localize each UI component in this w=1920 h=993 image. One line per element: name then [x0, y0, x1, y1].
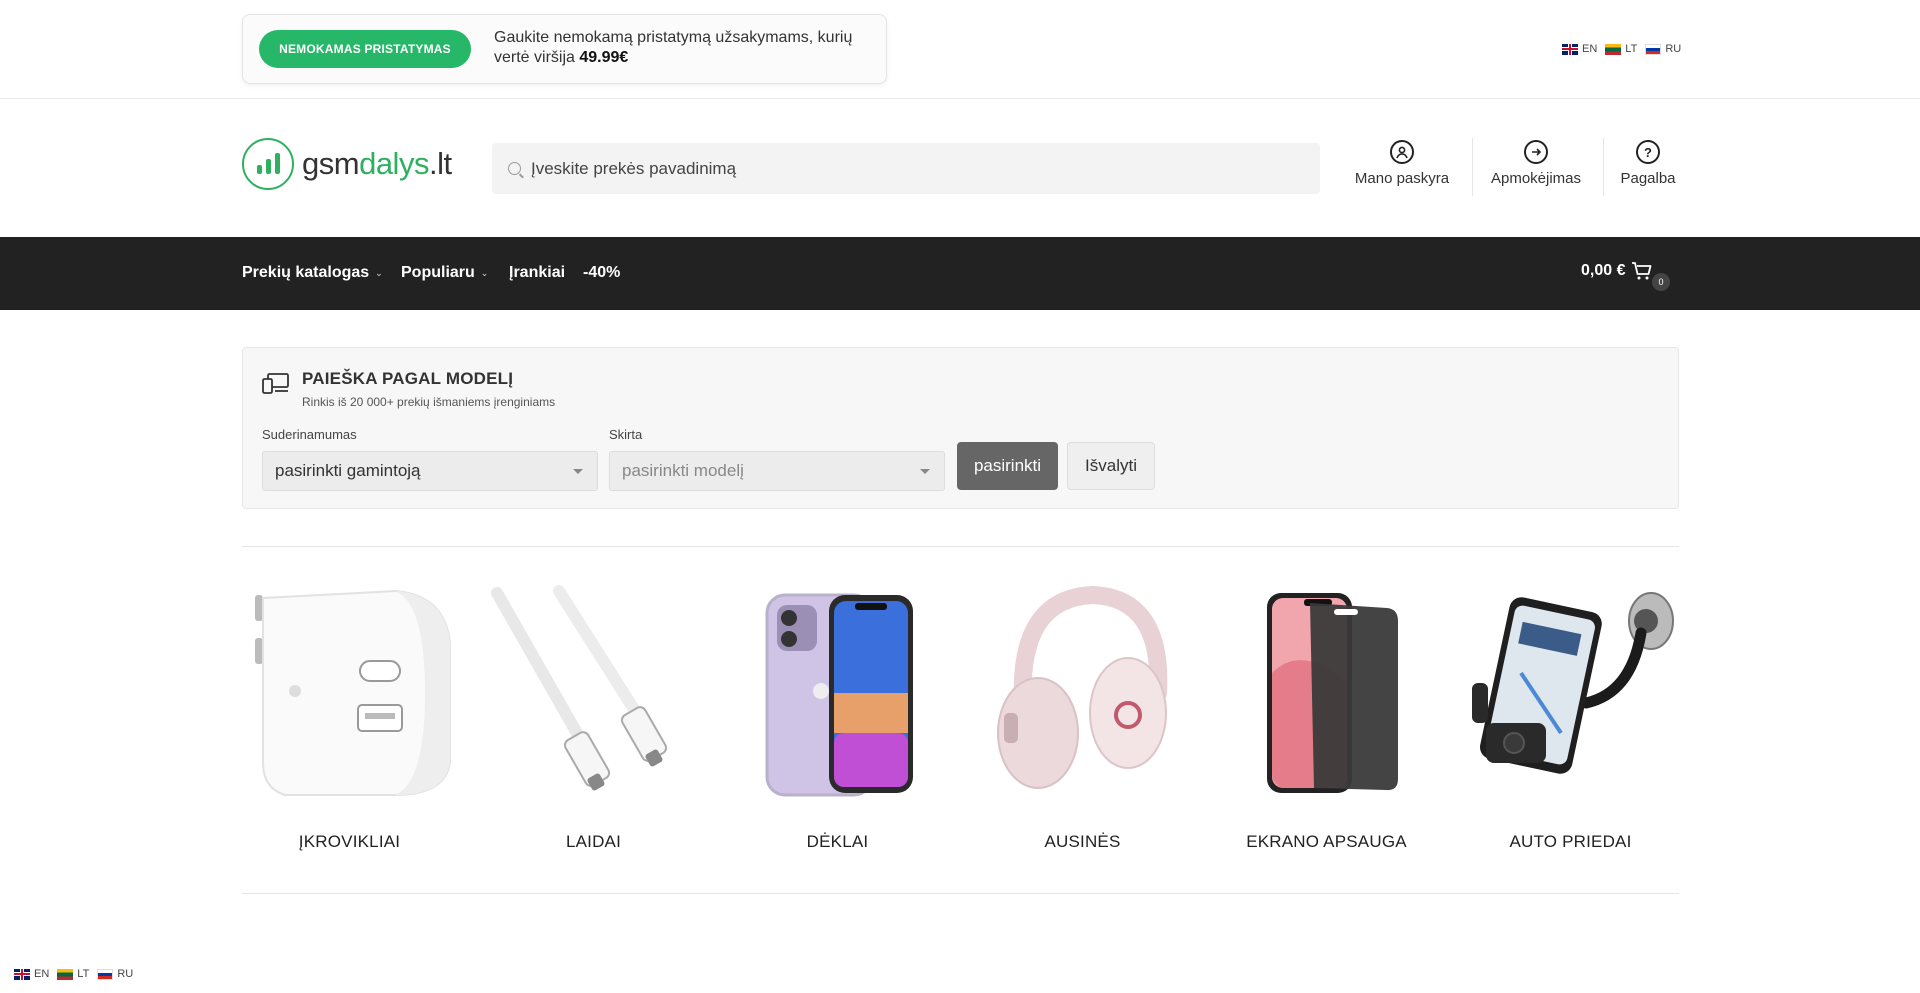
- headphones-image: [975, 580, 1190, 800]
- nav-product-catalog-label: Prekių katalogas: [242, 264, 370, 281]
- free-shipping-amount: 49.99€: [579, 49, 629, 66]
- logo-text: gsmdalys.lt: [302, 146, 452, 181]
- category-screen-protection[interactable]: EKRANO APSAUGA: [1219, 580, 1434, 851]
- language-en-label: EN: [34, 968, 50, 980]
- free-shipping-badge: NEMOKAMAS PRISTATYMAS: [259, 30, 471, 68]
- language-ru[interactable]: RU: [1645, 43, 1681, 55]
- search-input[interactable]: [531, 158, 1291, 179]
- nav-sale-label: -40%: [583, 264, 621, 281]
- model-select-value: pasirinkti modelį: [622, 461, 744, 480]
- phone-case-image: [730, 580, 945, 800]
- model-search-title: PAIEŠKA PAGAL MODELĮ: [302, 369, 514, 388]
- nav-tools-label: Įrankiai: [509, 264, 566, 281]
- my-account-label: Mano paskyra: [1354, 170, 1450, 187]
- cable-image: [486, 580, 701, 800]
- my-account-link[interactable]: Mano paskyra: [1354, 140, 1450, 200]
- cart-button[interactable]: 0,00 €: [1581, 261, 1653, 281]
- language-en-label: EN: [1582, 43, 1598, 55]
- language-ru[interactable]: RU: [97, 968, 133, 980]
- search-icon: [508, 162, 521, 175]
- language-en[interactable]: EN: [14, 968, 49, 980]
- caret-down-icon: [573, 469, 583, 474]
- category-car-accessories[interactable]: AUTO PRIEDAI: [1463, 580, 1678, 851]
- free-shipping-text: Gaukite nemokamą pristatymą užsakymams, …: [494, 28, 874, 68]
- select-button[interactable]: pasirinkti: [957, 442, 1058, 490]
- language-lt[interactable]: LT: [57, 968, 89, 980]
- cart-total: 0,00 €: [1581, 262, 1626, 279]
- nav-popular-label: Populiaru: [401, 264, 475, 281]
- model-search-panel: PAIEŠKA PAGAL MODELĮ Rinkis iš 20 000+ p…: [242, 347, 1679, 509]
- divider: [242, 893, 1679, 894]
- model-label: Skirta: [609, 427, 643, 442]
- category-screen-protection-label: EKRANO APSAUGA: [1246, 832, 1407, 851]
- nav-product-catalog[interactable]: Prekių katalogas ⌄: [242, 264, 383, 282]
- devices-icon: [262, 373, 289, 394]
- russia-flag-icon: [1645, 43, 1662, 55]
- clear-button[interactable]: Išvalyti: [1067, 442, 1155, 490]
- free-shipping-message: Gaukite nemokamą pristatymą užsakymams, …: [494, 29, 853, 66]
- signal-bars-icon: [242, 138, 294, 190]
- language-en[interactable]: EN: [1562, 43, 1597, 55]
- category-headphones-label: AUSINĖS: [1044, 832, 1121, 851]
- nav-popular[interactable]: Populiaru ⌄: [401, 264, 488, 282]
- cart-icon: [1632, 262, 1652, 280]
- chevron-down-icon: ⌄: [375, 267, 383, 278]
- manufacturer-select-value: pasirinkti gamintoją: [275, 461, 421, 480]
- language-ru-label: RU: [1665, 43, 1682, 55]
- language-lt-label: LT: [1625, 43, 1638, 55]
- car-mount-image: [1463, 580, 1678, 800]
- category-car-accessories-label: AUTO PRIEDAI: [1509, 832, 1632, 851]
- main-navigation: Prekių katalogas ⌄ Populiaru ⌄ Įrankiai …: [0, 237, 1920, 310]
- model-select[interactable]: pasirinkti modelį: [609, 451, 945, 491]
- language-switcher: EN LT RU: [1562, 43, 1681, 55]
- product-search: [492, 143, 1320, 194]
- model-search-subtitle: Rinkis iš 20 000+ prekių išmaniems įreng…: [302, 395, 556, 409]
- language-ru-label: RU: [117, 968, 134, 980]
- category-chargers[interactable]: ĮKROVIKLIAI: [242, 580, 457, 851]
- help-link[interactable]: ? Pagalba: [1616, 140, 1680, 200]
- nav-sale[interactable]: -40%: [583, 264, 620, 282]
- russia-flag-icon: [97, 968, 114, 980]
- help-label: Pagalba: [1620, 170, 1676, 187]
- top-bar: NEMOKAMAS PRISTATYMAS Gaukite nemokamą p…: [0, 0, 1920, 99]
- category-cases-label: DĖKLAI: [806, 832, 869, 851]
- divider: [242, 546, 1679, 547]
- uk-flag-icon: [1562, 43, 1578, 55]
- nav-tools[interactable]: Įrankiai: [509, 264, 565, 282]
- charger-image: [242, 580, 457, 800]
- arrow-right-icon: [1524, 140, 1548, 164]
- free-shipping-badge-label: NEMOKAMAS PRISTATYMAS: [279, 42, 451, 56]
- category-chargers-label: ĮKROVIKLIAI: [298, 832, 401, 851]
- category-cables-label: LAIDAI: [565, 832, 622, 851]
- language-lt[interactable]: LT: [1605, 43, 1637, 55]
- screen-protector-image: [1219, 580, 1434, 800]
- language-lt-label: LT: [77, 968, 90, 980]
- free-shipping-banner: NEMOKAMAS PRISTATYMAS Gaukite nemokamą p…: [242, 14, 887, 84]
- floating-language-switcher: EN LT RU: [14, 968, 133, 980]
- category-cases[interactable]: DĖKLAI: [730, 580, 945, 851]
- chevron-down-icon: ⌄: [480, 267, 489, 278]
- category-cables[interactable]: LAIDAI: [486, 580, 701, 851]
- lithuania-flag-icon: [57, 968, 74, 980]
- compatibility-label: Suderinamumas: [262, 427, 357, 442]
- site-logo[interactable]: gsmdalys.lt: [242, 138, 452, 190]
- header-divider: [1472, 138, 1473, 196]
- checkout-link[interactable]: Apmokėjimas: [1488, 140, 1584, 200]
- lithuania-flag-icon: [1605, 43, 1622, 55]
- checkout-label: Apmokėjimas: [1490, 170, 1582, 187]
- cart-count-badge: 0: [1652, 273, 1670, 291]
- uk-flag-icon: [14, 968, 30, 980]
- category-headphones[interactable]: AUSINĖS: [975, 580, 1190, 851]
- user-icon: [1390, 140, 1414, 164]
- manufacturer-select[interactable]: pasirinkti gamintoją: [262, 451, 598, 491]
- caret-down-icon: [920, 469, 930, 474]
- help-icon: ?: [1636, 140, 1660, 164]
- header-divider: [1603, 138, 1604, 196]
